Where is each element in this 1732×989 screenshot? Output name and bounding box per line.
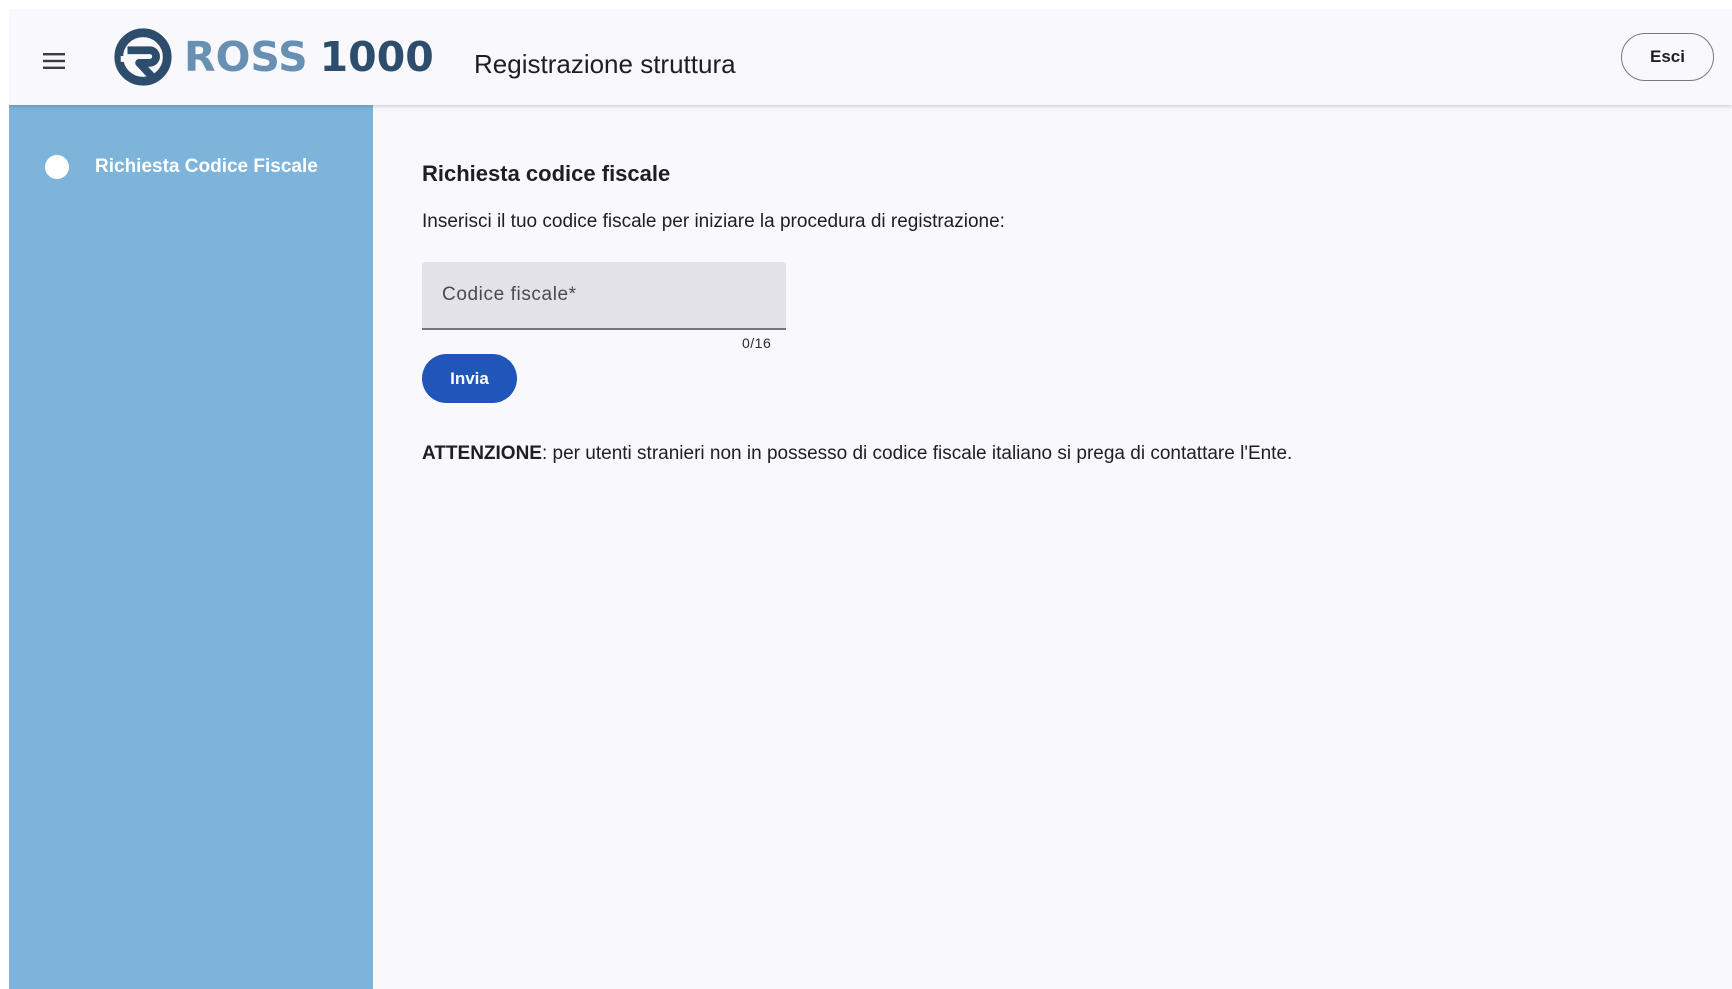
main-content: Richiesta codice fiscale Inserisci il tu… bbox=[422, 105, 1732, 989]
logout-button[interactable]: Esci bbox=[1621, 33, 1714, 81]
step-indicator-dot bbox=[45, 155, 69, 179]
character-counter: 0/16 bbox=[742, 335, 772, 351]
sidebar-step-label: Richiesta Codice Fiscale bbox=[95, 156, 318, 177]
foreign-users-notice: ATTENZIONE: per utenti stranieri non in … bbox=[422, 443, 1292, 465]
codice-fiscale-input[interactable] bbox=[422, 262, 786, 328]
notice-text: : per utenti stranieri non in possesso d… bbox=[541, 443, 1293, 464]
logo-word-1000: 1000 bbox=[319, 32, 434, 81]
section-description: Inserisci il tuo codice fiscale per iniz… bbox=[422, 211, 1005, 232]
ross1000-logo[interactable]: ROSS 1000 bbox=[112, 25, 434, 89]
sidebar-step-codice-fiscale[interactable]: Richiesta Codice Fiscale bbox=[45, 155, 318, 179]
sidebar: Richiesta Codice Fiscale bbox=[9, 105, 373, 989]
hamburger-menu-icon[interactable] bbox=[39, 45, 71, 77]
ross1000-logo-mark-icon bbox=[114, 28, 172, 86]
notice-strong-label: ATTENZIONE bbox=[422, 443, 542, 464]
top-app-bar: ROSS 1000 Registrazione struttura Esci bbox=[9, 9, 1732, 105]
page-title: Registrazione struttura bbox=[474, 49, 736, 79]
submit-button[interactable]: Invia bbox=[422, 354, 517, 403]
logo-word-ross: ROSS bbox=[184, 32, 308, 81]
app-frame: ROSS 1000 Registrazione struttura Esci Ri… bbox=[9, 9, 1732, 989]
codice-fiscale-field bbox=[422, 262, 786, 330]
section-title: Richiesta codice fiscale bbox=[422, 161, 671, 186]
logo-wordmark: ROSS 1000 bbox=[184, 36, 434, 78]
